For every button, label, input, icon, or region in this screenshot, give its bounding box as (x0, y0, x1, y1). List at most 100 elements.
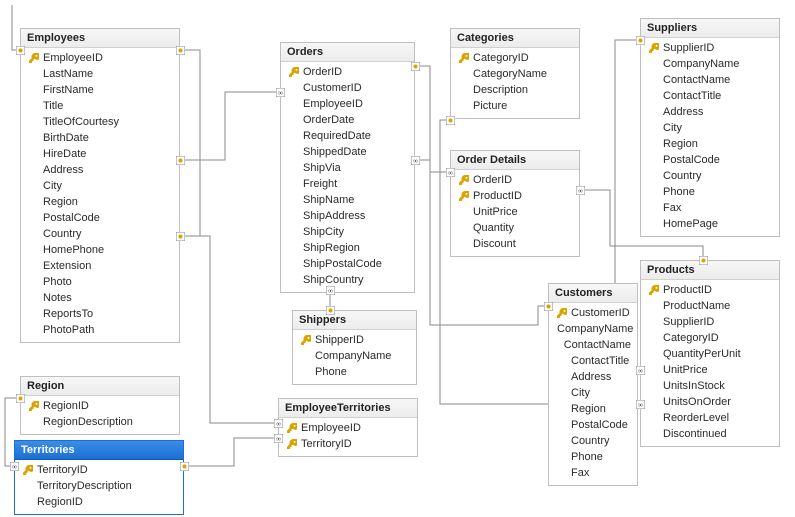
column-row[interactable]: BirthDate (21, 130, 179, 146)
column-row[interactable]: Region (549, 401, 637, 417)
column-row[interactable]: Fax (549, 465, 637, 481)
column-row[interactable]: TerritoryID (15, 462, 183, 478)
column-row[interactable]: ReorderLevel (641, 410, 779, 426)
column-row[interactable]: ContactName (641, 72, 779, 88)
column-row[interactable]: Discontinued (641, 426, 779, 442)
table-header[interactable]: Employees (21, 29, 179, 48)
column-row[interactable]: Freight (281, 176, 414, 192)
column-row[interactable]: CompanyName (641, 56, 779, 72)
column-row[interactable]: ContactTitle (549, 353, 637, 369)
table-header[interactable]: Shippers (293, 311, 416, 330)
table-header[interactable]: Order Details (451, 151, 579, 170)
diagram-canvas[interactable]: { "tables": [ { "id": "employees", "titl… (0, 0, 795, 517)
column-row[interactable]: EmployeeID (21, 50, 179, 66)
column-row[interactable]: ShipAddress (281, 208, 414, 224)
column-row[interactable]: PhotoPath (21, 322, 179, 338)
column-row[interactable]: RequiredDate (281, 128, 414, 144)
column-row[interactable]: CategoryName (451, 66, 579, 82)
column-row[interactable]: ShipPostalCode (281, 256, 414, 272)
column-row[interactable]: HireDate (21, 146, 179, 162)
column-row[interactable]: RegionDescription (21, 414, 179, 430)
column-row[interactable]: Title (21, 98, 179, 114)
table-region[interactable]: Region RegionIDRegionDescription (20, 376, 180, 435)
table-territories[interactable]: TerritoriesTerritoryIDTerritoryDescripti… (14, 440, 184, 515)
column-row[interactable]: TitleOfCourtesy (21, 114, 179, 130)
column-row[interactable]: CustomerID (281, 80, 414, 96)
table-employeeterritories[interactable]: EmployeeTerritories EmployeeIDTerritoryID (278, 398, 418, 457)
column-row[interactable]: Phone (641, 184, 779, 200)
column-row[interactable]: CompanyName (549, 321, 637, 337)
column-row[interactable]: SupplierID (641, 314, 779, 330)
column-row[interactable]: Phone (549, 449, 637, 465)
column-row[interactable]: Picture (451, 98, 579, 114)
column-row[interactable]: Address (21, 162, 179, 178)
column-row[interactable]: ContactName (549, 337, 637, 353)
column-row[interactable]: PostalCode (549, 417, 637, 433)
column-row[interactable]: PostalCode (21, 210, 179, 226)
column-row[interactable]: OrderID (451, 172, 579, 188)
column-row[interactable]: OrderID (281, 64, 414, 80)
column-row[interactable]: CompanyName (293, 348, 416, 364)
column-row[interactable]: UnitPrice (451, 204, 579, 220)
column-row[interactable]: UnitPrice (641, 362, 779, 378)
table-header[interactable]: Products (641, 261, 779, 280)
column-row[interactable]: OrderDate (281, 112, 414, 128)
column-row[interactable]: Description (451, 82, 579, 98)
column-row[interactable]: EmployeeID (279, 420, 417, 436)
column-row[interactable]: SupplierID (641, 40, 779, 56)
column-row[interactable]: City (641, 120, 779, 136)
column-row[interactable]: Region (21, 194, 179, 210)
table-orders[interactable]: Orders OrderIDCustomerIDEmployeeIDOrderDa… (280, 42, 415, 293)
table-header[interactable]: Territories (15, 441, 183, 460)
column-row[interactable]: CategoryID (641, 330, 779, 346)
column-row[interactable]: HomePhone (21, 242, 179, 258)
column-row[interactable]: Extension (21, 258, 179, 274)
table-orderdetails[interactable]: Order DetailsOrderIDProductIDUnitPriceQu… (450, 150, 580, 257)
column-row[interactable]: Region (641, 136, 779, 152)
column-row[interactable]: ShipVia (281, 160, 414, 176)
table-shippers[interactable]: ShippersShipperIDCompanyNamePhone (292, 310, 417, 385)
column-row[interactable]: ContactTitle (641, 88, 779, 104)
table-header[interactable]: Customers (549, 284, 637, 303)
column-row[interactable]: Discount (451, 236, 579, 252)
column-row[interactable]: ShipperID (293, 332, 416, 348)
table-categories[interactable]: CategoriesCategoryIDCategoryNameDescript… (450, 28, 580, 119)
column-row[interactable]: RegionID (21, 398, 179, 414)
column-row[interactable]: HomePage (641, 216, 779, 232)
column-row[interactable]: Notes (21, 290, 179, 306)
column-row[interactable]: RegionID (15, 494, 183, 510)
table-customers[interactable]: Customers CustomerIDCompanyNameContactNam… (548, 283, 638, 486)
column-row[interactable]: ProductID (641, 282, 779, 298)
column-row[interactable]: Country (549, 433, 637, 449)
column-row[interactable]: Country (641, 168, 779, 184)
column-row[interactable]: Photo (21, 274, 179, 290)
table-header[interactable]: Orders (281, 43, 414, 62)
column-row[interactable]: UnitsOnOrder (641, 394, 779, 410)
column-row[interactable]: ReportsTo (21, 306, 179, 322)
column-row[interactable]: ShipCity (281, 224, 414, 240)
column-row[interactable]: FirstName (21, 82, 179, 98)
column-row[interactable]: QuantityPerUnit (641, 346, 779, 362)
column-row[interactable]: Fax (641, 200, 779, 216)
column-row[interactable]: Country (21, 226, 179, 242)
column-row[interactable]: City (21, 178, 179, 194)
table-header[interactable]: EmployeeTerritories (279, 399, 417, 418)
column-row[interactable]: LastName (21, 66, 179, 82)
column-row[interactable]: EmployeeID (281, 96, 414, 112)
column-row[interactable]: ShipName (281, 192, 414, 208)
column-row[interactable]: UnitsInStock (641, 378, 779, 394)
column-row[interactable]: ShipRegion (281, 240, 414, 256)
column-row[interactable]: ProductName (641, 298, 779, 314)
table-header[interactable]: Region (21, 377, 179, 396)
column-row[interactable]: ShipCountry (281, 272, 414, 288)
column-row[interactable]: Quantity (451, 220, 579, 236)
column-row[interactable]: Address (549, 369, 637, 385)
column-row[interactable]: CustomerID (549, 305, 637, 321)
column-row[interactable]: CategoryID (451, 50, 579, 66)
column-row[interactable]: TerritoryID (279, 436, 417, 452)
column-row[interactable]: City (549, 385, 637, 401)
column-row[interactable]: ShippedDate (281, 144, 414, 160)
table-products[interactable]: Products ProductIDProductNameSupplierIDCa… (640, 260, 780, 447)
table-suppliers[interactable]: Suppliers SupplierIDCompanyNameContactNam… (640, 18, 780, 237)
table-header[interactable]: Suppliers (641, 19, 779, 38)
